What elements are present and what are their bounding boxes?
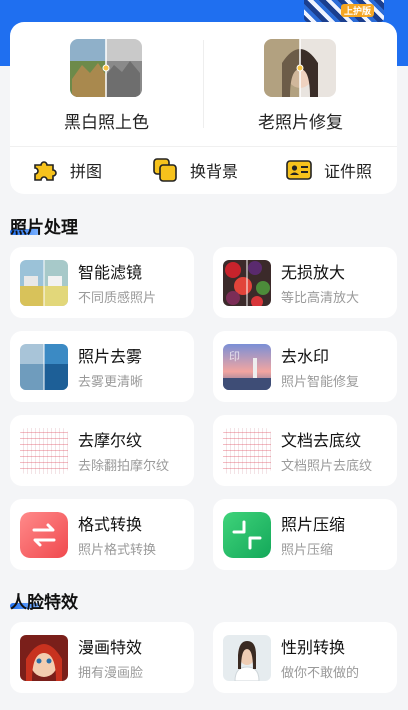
card-cartoon-effect-title: 漫画特效 xyxy=(78,638,143,657)
card-document-unshade[interactable]: 文档去底纹 文档照片去底纹 xyxy=(213,415,397,486)
lossless-upscale-icon xyxy=(223,260,271,306)
card-lossless-upscale-title: 无损放大 xyxy=(281,263,346,282)
card-cartoon-effect[interactable]: 漫画特效 拥有漫画脸 xyxy=(10,622,194,693)
section-photo-title: 照片处理 xyxy=(10,218,78,238)
card-remove-watermark[interactable]: 印 去水印 照片智能修复 xyxy=(213,331,397,402)
tool-change-background[interactable]: 换背景 xyxy=(152,155,238,185)
puzzle-icon xyxy=(32,157,58,183)
banner-thumbnail[interactable]: 上护版 xyxy=(304,0,384,22)
top-feature-card: 黑白照上色 老照片修复 拼图 换背景 证件照 xyxy=(10,22,397,194)
card-format-convert-title: 格式转换 xyxy=(78,515,143,534)
card-smart-filter-title: 智能滤镜 xyxy=(78,263,143,282)
card-remove-watermark-title: 去水印 xyxy=(281,347,330,366)
dehaze-icon xyxy=(20,344,68,390)
tools-divider xyxy=(10,146,397,147)
svg-text:印: 印 xyxy=(229,350,240,363)
card-lossless-upscale-subtitle: 等比高清放大 xyxy=(281,291,360,306)
colorize-bw-photo-button[interactable]: 黑白照上色 xyxy=(10,22,203,146)
remove-watermark-icon: 印 xyxy=(223,344,271,390)
card-smart-filter[interactable]: 智能滤镜 不同质感照片 xyxy=(10,247,194,318)
card-dehaze-title: 照片去雾 xyxy=(78,347,143,366)
card-smart-filter-subtitle: 不同质感照片 xyxy=(78,291,157,306)
restore-old-photo-button[interactable]: 老照片修复 xyxy=(204,22,397,146)
card-format-convert[interactable]: 格式转换 照片格式转换 xyxy=(10,499,194,570)
section-face-title: 人脸特效 xyxy=(10,593,78,613)
card-cartoon-effect-subtitle: 拥有漫画脸 xyxy=(78,666,144,681)
card-lossless-upscale[interactable]: 无损放大 等比高清放大 xyxy=(213,247,397,318)
card-compress[interactable]: 照片压缩 照片压缩 xyxy=(213,499,397,570)
id-card-icon xyxy=(286,157,312,183)
card-document-unshade-subtitle: 文档照片去底纹 xyxy=(281,459,373,474)
colorize-thumbnail xyxy=(70,39,142,97)
card-remove-moire-title: 去摩尔纹 xyxy=(78,431,143,450)
card-gender-swap-subtitle: 做你不敢做的 xyxy=(281,666,360,681)
compress-icon xyxy=(223,512,271,558)
tool-change-background-label: 换背景 xyxy=(190,162,239,181)
layers-icon xyxy=(152,157,178,183)
card-remove-moire[interactable]: 去摩尔纹 去除翻拍摩尔纹 xyxy=(10,415,194,486)
swap-arrows-icon xyxy=(20,512,68,558)
smart-filter-icon xyxy=(20,260,68,306)
card-gender-swap[interactable]: 性别转换 做你不敢做的 xyxy=(213,622,397,693)
banner-badge: 上护版 xyxy=(340,4,374,17)
remove-moire-icon xyxy=(20,428,68,474)
card-gender-swap-title: 性别转换 xyxy=(281,638,346,657)
card-format-convert-subtitle: 照片格式转换 xyxy=(78,543,157,558)
card-remove-moire-subtitle: 去除翻拍摩尔纹 xyxy=(78,459,170,474)
gender-swap-icon xyxy=(223,635,271,681)
card-dehaze-subtitle: 去雾更清晰 xyxy=(78,375,144,390)
card-compress-subtitle: 照片压缩 xyxy=(281,543,334,558)
tool-id-photo[interactable]: 证件照 xyxy=(286,155,372,185)
card-dehaze[interactable]: 照片去雾 去雾更清晰 xyxy=(10,331,194,402)
card-document-unshade-title: 文档去底纹 xyxy=(281,431,362,450)
tool-collage[interactable]: 拼图 xyxy=(32,155,102,185)
card-compress-title: 照片压缩 xyxy=(281,515,346,534)
document-unshade-icon xyxy=(223,428,271,474)
tool-id-photo-label: 证件照 xyxy=(324,162,373,181)
restore-label: 老照片修复 xyxy=(258,113,343,133)
card-remove-watermark-subtitle: 照片智能修复 xyxy=(281,375,360,390)
colorize-label: 黑白照上色 xyxy=(64,113,149,133)
restore-thumbnail xyxy=(264,39,336,97)
cartoon-face-icon xyxy=(20,635,68,681)
tool-collage-label: 拼图 xyxy=(70,162,103,181)
